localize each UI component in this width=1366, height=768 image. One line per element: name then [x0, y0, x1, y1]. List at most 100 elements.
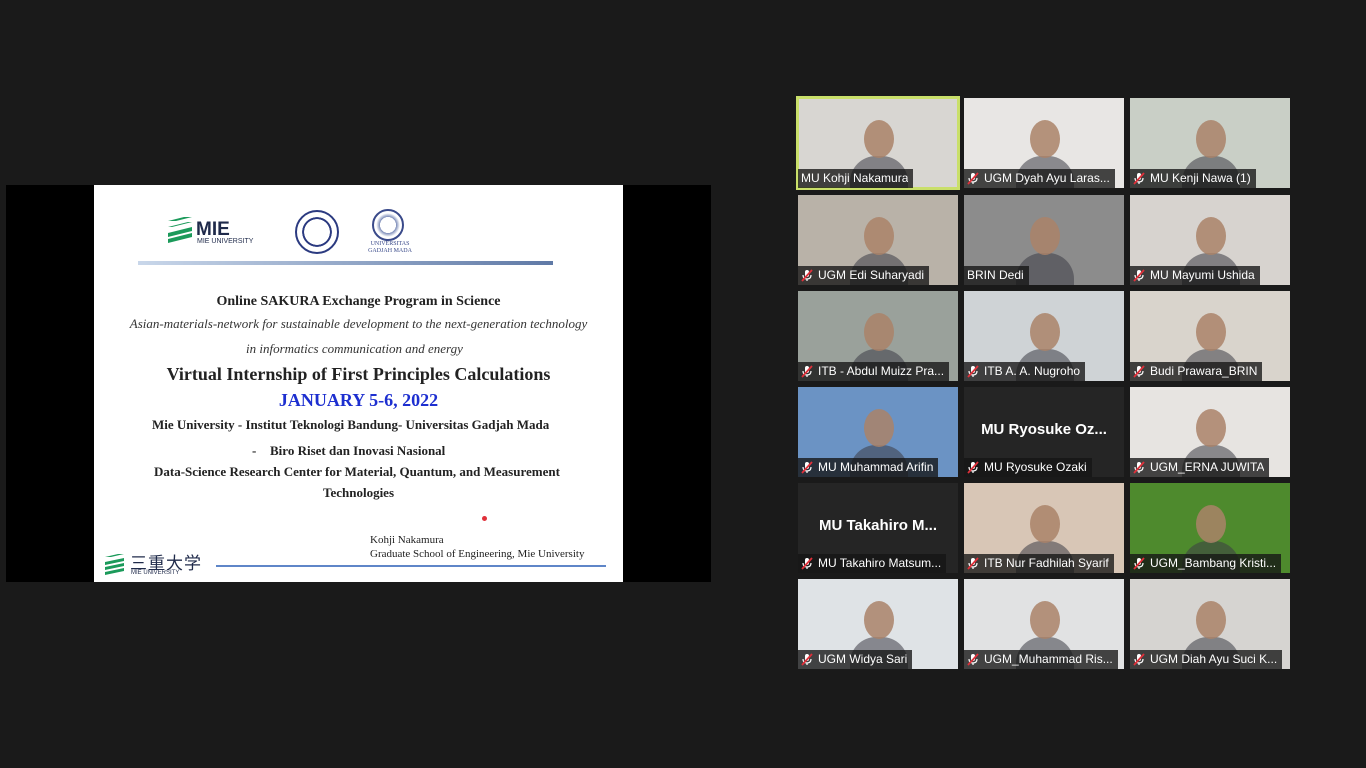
bottom-rule [216, 565, 606, 567]
mic-muted-icon [801, 269, 813, 282]
slide-title-program: Online SAKURA Exchange Program in Scienc… [216, 294, 501, 309]
mic-muted-icon [1133, 172, 1145, 185]
mic-muted-icon [967, 653, 979, 666]
top-rule [138, 261, 553, 265]
participant-tile[interactable]: MU Mayumi Ushida [1130, 195, 1290, 285]
presentation-slide: MIE MIE UNIVERSITY UNIVERSITAS GADJAH MA… [94, 185, 623, 582]
participant-name: UGM_Bambang Kristi... [1150, 556, 1277, 570]
slide-brin-bullet: - [252, 443, 257, 458]
participant-head [1030, 313, 1060, 351]
participant-name-label: UGM Edi Suharyadi [798, 266, 930, 285]
slide-author: Kohji Nakamura [370, 534, 444, 546]
mic-muted-icon [1133, 365, 1145, 378]
participant-name-label: MU Mayumi Ushida [1130, 266, 1260, 285]
participant-name-label: UGM_Bambang Kristi... [1130, 554, 1282, 573]
mie-university-logo: MIE MIE UNIVERSITY [168, 217, 254, 245]
participant-tile[interactable]: UGM Edi Suharyadi [798, 195, 958, 285]
ugm-logo-text: UNIVERSITAS GADJAH MADA [368, 241, 412, 254]
participant-name-label: UGM_Muhammad Ris... [964, 650, 1118, 669]
participant-name-label: UGM_ERNA JUWITA [1130, 458, 1270, 477]
participant-head [1030, 120, 1060, 158]
mic-muted-icon [1133, 557, 1145, 570]
slide-subtitle-1: Asian-materials-network for sustainable … [129, 316, 588, 331]
participant-name-label: MU Kohji Nakamura [798, 169, 914, 188]
slide-subtitle-2: in informatics communication and energy [246, 341, 463, 356]
participant-name-label: BRIN Dedi [964, 266, 1029, 285]
participant-head [1196, 409, 1226, 447]
participant-name-label: MU Kenji Nawa (1) [1130, 169, 1256, 188]
participant-tile[interactable]: UGM_ERNA JUWITA [1130, 387, 1290, 477]
participant-tile[interactable]: MU Takahiro M... MU Takahiro Matsum... [798, 483, 958, 573]
participant-tile[interactable]: UGM Diah Ayu Suci K... [1130, 579, 1290, 669]
participant-head [1196, 313, 1226, 351]
mic-muted-icon [1133, 653, 1145, 666]
mic-muted-icon [967, 461, 979, 474]
slide-brin: Biro Riset dan Inovasi Nasional [270, 443, 446, 458]
participant-name-label: ITB Nur Fadhilah Syarif [964, 554, 1114, 573]
participant-name: ITB A. A. Nugroho [984, 364, 1081, 378]
participant-name: MU Kohji Nakamura [801, 171, 909, 185]
participant-name: MU Ryosuke Ozaki [984, 460, 1087, 474]
slide-title-internship: Virtual Internship of First Principles C… [166, 364, 551, 384]
participant-name: MU Kenji Nawa (1) [1150, 171, 1251, 185]
participant-name: UGM Diah Ayu Suci K... [1150, 652, 1278, 666]
participant-name: ITB - Abdul Muizz Pra... [818, 364, 945, 378]
participant-tile[interactable]: UGM_Muhammad Ris... [964, 579, 1124, 669]
participant-name-label: Budi Prawara_BRIN [1130, 362, 1263, 381]
mic-muted-icon [801, 557, 813, 570]
itb-seal-icon [295, 210, 339, 254]
mic-muted-icon [801, 653, 813, 666]
ugm-seal-icon [372, 209, 404, 241]
participant-tile[interactable]: MU Ryosuke Oz... MU Ryosuke Ozaki [964, 387, 1124, 477]
participant-tile[interactable]: UGM Widya Sari [798, 579, 958, 669]
participant-tile[interactable]: MU Kohji Nakamura [796, 96, 960, 190]
slide-date: JANUARY 5-6, 2022 [278, 390, 439, 410]
participant-head [1196, 120, 1226, 158]
participant-tile[interactable]: MU Muhammad Arifin [798, 387, 958, 477]
participant-tile[interactable]: ITB Nur Fadhilah Syarif [964, 483, 1124, 573]
svg-text:MIE UNIVERSITY: MIE UNIVERSITY [197, 238, 254, 245]
participant-name: Budi Prawara_BRIN [1150, 364, 1258, 378]
participant-tile[interactable]: MU Kenji Nawa (1) [1130, 98, 1290, 188]
mic-muted-icon [801, 461, 813, 474]
participant-tile[interactable]: ITB A. A. Nugroho [964, 291, 1124, 381]
participant-name-label: UGM Widya Sari [798, 650, 913, 669]
participant-name: UGM Dyah Ayu Laras... [984, 171, 1110, 185]
mic-muted-icon [801, 365, 813, 378]
slide-center-line-2: Technologies [322, 485, 395, 500]
mic-muted-icon [1133, 269, 1145, 282]
participant-tile[interactable]: ITB - Abdul Muizz Pra... [798, 291, 958, 381]
mic-muted-icon [967, 172, 979, 185]
participant-name-label: MU Ryosuke Ozaki [964, 458, 1092, 477]
participant-tile[interactable]: UGM_Bambang Kristi... [1130, 483, 1290, 573]
participant-name-display: MU Ryosuke Oz... [981, 421, 1107, 438]
pointer-dot [482, 516, 487, 521]
participant-head [864, 313, 894, 351]
participant-name-label: MU Muhammad Arifin [798, 458, 939, 477]
participant-head [864, 601, 894, 639]
participant-head [864, 409, 894, 447]
mic-muted-icon [967, 557, 979, 570]
participant-name-display: MU Takahiro M... [818, 517, 938, 534]
participant-tile[interactable]: Budi Prawara_BRIN [1130, 291, 1290, 381]
participant-head [864, 217, 894, 255]
mic-muted-icon [967, 365, 979, 378]
participant-name: UGM_Muhammad Ris... [984, 652, 1113, 666]
participant-head [1196, 505, 1226, 543]
participant-head [1196, 601, 1226, 639]
svg-text:MIE: MIE [196, 219, 230, 240]
participant-name-label: UGM Diah Ayu Suci K... [1130, 650, 1283, 669]
participant-head [864, 120, 894, 158]
participant-head [1030, 505, 1060, 543]
participant-head [1196, 217, 1226, 255]
participant-head [1030, 217, 1060, 255]
footer-logo-en: MIE UNIVERSITY [131, 570, 180, 576]
participant-name-label: ITB - Abdul Muizz Pra... [798, 362, 950, 381]
participant-name: ITB Nur Fadhilah Syarif [984, 556, 1109, 570]
slide-affiliation: Graduate School of Engineering, Mie Univ… [370, 548, 585, 560]
participant-name: BRIN Dedi [967, 268, 1024, 282]
participant-name-label: UGM Dyah Ayu Laras... [964, 169, 1115, 188]
participant-name-label: MU Takahiro Matsum... [798, 554, 947, 573]
participant-tile[interactable]: BRIN Dedi [964, 195, 1124, 285]
participant-tile[interactable]: UGM Dyah Ayu Laras... [964, 98, 1124, 188]
